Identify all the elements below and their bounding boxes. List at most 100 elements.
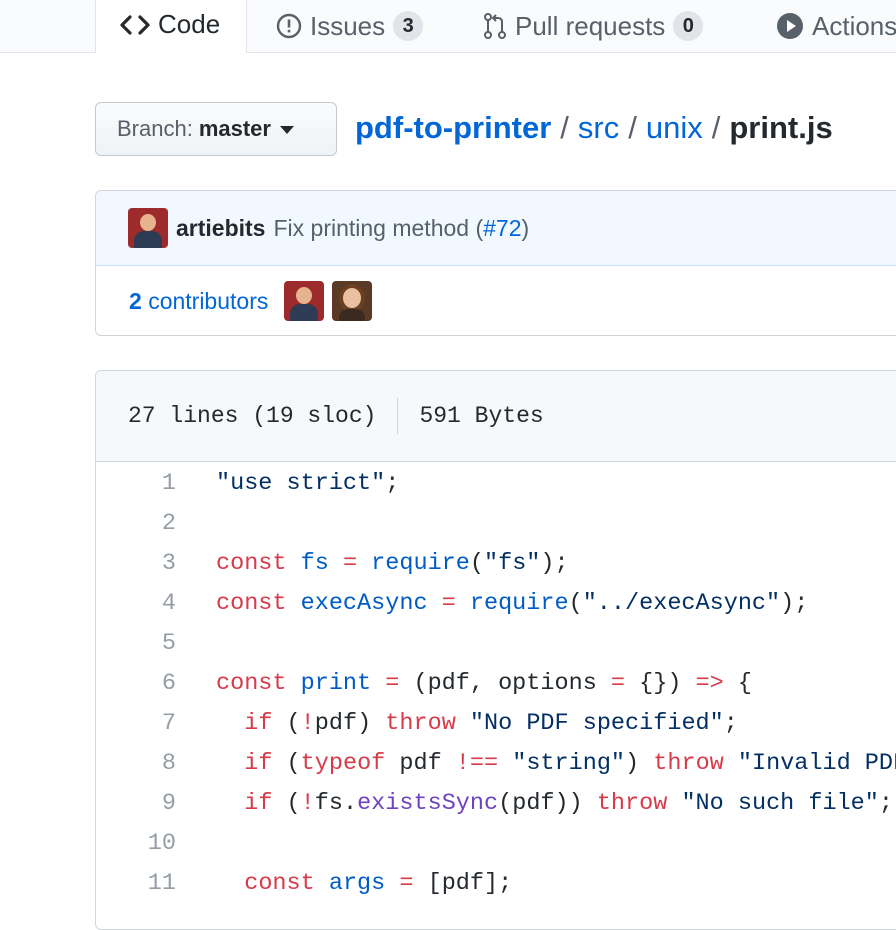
- code-token: const: [244, 869, 329, 897]
- code-token: const: [216, 669, 301, 697]
- breadcrumb-unix-link[interactable]: unix: [646, 110, 703, 145]
- line-content: const fs = require("fs");: [176, 550, 569, 577]
- code-token: require: [371, 549, 470, 577]
- tab-pull-requests-label: Pull requests: [515, 10, 666, 41]
- code-token: );: [540, 549, 569, 577]
- code-token: const: [216, 549, 301, 577]
- contributors-row: 2 contributors: [96, 266, 896, 335]
- breadcrumb-separator: /: [560, 110, 569, 145]
- branch-select-button[interactable]: Branch: master: [95, 102, 337, 156]
- line-number[interactable]: 1: [96, 470, 176, 497]
- line-content: const args = [pdf];: [176, 870, 512, 897]
- line-number[interactable]: 10: [96, 830, 176, 857]
- tab-pull-requests[interactable]: Pull requests 0: [483, 0, 704, 52]
- code-token: "No PDF specified": [469, 709, 724, 737]
- code-token: "fs": [484, 549, 541, 577]
- code-token: ;: [723, 709, 738, 737]
- commit-message[interactable]: Fix printing method (#72): [273, 215, 529, 242]
- code-line: 2: [96, 503, 896, 543]
- tab-code[interactable]: Code: [95, 0, 247, 53]
- issue-opened-icon: [276, 13, 302, 39]
- tab-actions[interactable]: Actions: [776, 0, 896, 52]
- line-number[interactable]: 6: [96, 670, 176, 697]
- code-token: "Invalid PDF name": [737, 749, 896, 777]
- contributors-link[interactable]: 2 contributors: [129, 288, 268, 315]
- repo-nav-tabs: Code Issues 3 Pull requests 0 Actions: [0, 0, 896, 53]
- caret-down-icon: [279, 126, 294, 134]
- avatar[interactable]: [284, 281, 325, 321]
- code-token: =: [610, 669, 626, 697]
- git-pull-request-icon: [483, 12, 507, 40]
- code-token: =>: [695, 669, 724, 697]
- line-number[interactable]: 3: [96, 550, 176, 577]
- code-token: =: [342, 549, 358, 577]
- avatar[interactable]: [128, 208, 168, 248]
- code-token: !: [300, 789, 315, 817]
- breadcrumb: pdf-to-printer / src / unix / print.js: [355, 110, 833, 146]
- code-token: );: [780, 589, 809, 617]
- play-icon: [776, 12, 804, 40]
- line-content: if (!pdf) throw "No PDF specified";: [176, 710, 738, 737]
- code-token: fs.: [314, 789, 358, 817]
- code-token: (pdf)): [498, 789, 597, 817]
- line-content: const print = (pdf, options = {}) => {: [176, 670, 752, 697]
- breadcrumb-src-link[interactable]: src: [578, 110, 619, 145]
- line-content: if (typeof pdf !== "string") throw "Inva…: [176, 750, 896, 777]
- commit-pr-link[interactable]: #72: [483, 215, 521, 241]
- commit-message-end: ): [521, 214, 530, 241]
- code-token: "string": [512, 749, 626, 777]
- line-number[interactable]: 4: [96, 590, 176, 617]
- code-token: args: [328, 869, 386, 897]
- code-line: 10: [96, 823, 896, 863]
- code-token: "No such file": [681, 789, 879, 817]
- tab-issues[interactable]: Issues 3: [276, 0, 424, 52]
- code-token: "use strict": [216, 469, 386, 497]
- line-number[interactable]: 7: [96, 710, 176, 737]
- avatar[interactable]: [332, 281, 373, 321]
- code-line: 7 if (!pdf) throw "No PDF specified";: [96, 703, 896, 743]
- line-number[interactable]: 9: [96, 790, 176, 817]
- code-token: (: [469, 549, 484, 577]
- line-number[interactable]: 8: [96, 750, 176, 777]
- breadcrumb-separator: /: [628, 110, 637, 145]
- divider: [397, 398, 399, 434]
- breadcrumb-separator: /: [711, 110, 721, 145]
- line-content: const execAsync = require("../execAsync"…: [176, 590, 808, 617]
- line-number[interactable]: 11: [96, 870, 176, 897]
- code-token: pdf: [385, 749, 456, 777]
- code-token: =: [385, 669, 400, 697]
- file-line-count: 27 lines (19 sloc): [128, 403, 377, 429]
- code-line: 9 if (!fs.existsSync(pdf)) throw "No suc…: [96, 783, 896, 823]
- code-token: {: [723, 669, 752, 697]
- code-blob: 1 "use strict"; 2 3 const fs = require("fs")…: [96, 462, 896, 903]
- code-token: =: [399, 869, 414, 897]
- line-number[interactable]: 5: [96, 630, 176, 657]
- breadcrumb-file-name: print.js: [729, 110, 833, 145]
- breadcrumb-repo-link[interactable]: pdf-to-printer: [355, 110, 551, 145]
- code-line: 8 if (typeof pdf !== "string") throw "In…: [96, 743, 896, 783]
- contributors-label: contributors: [148, 287, 269, 314]
- code-token: ;: [385, 469, 400, 497]
- code-token: existsSync: [357, 789, 499, 817]
- code-token: ;: [878, 789, 893, 817]
- issues-counter: 3: [393, 11, 424, 41]
- code-token: !: [300, 709, 315, 737]
- code-token: =: [441, 589, 456, 617]
- file-size: 591 Bytes: [419, 403, 544, 429]
- code-token: if: [244, 709, 273, 737]
- code-token: if: [244, 789, 273, 817]
- commit-author[interactable]: artiebits: [176, 215, 265, 242]
- line-number[interactable]: 2: [96, 510, 176, 537]
- code-token: fs: [300, 549, 329, 577]
- code-token: (: [272, 709, 301, 737]
- code-token: typeof: [300, 749, 386, 777]
